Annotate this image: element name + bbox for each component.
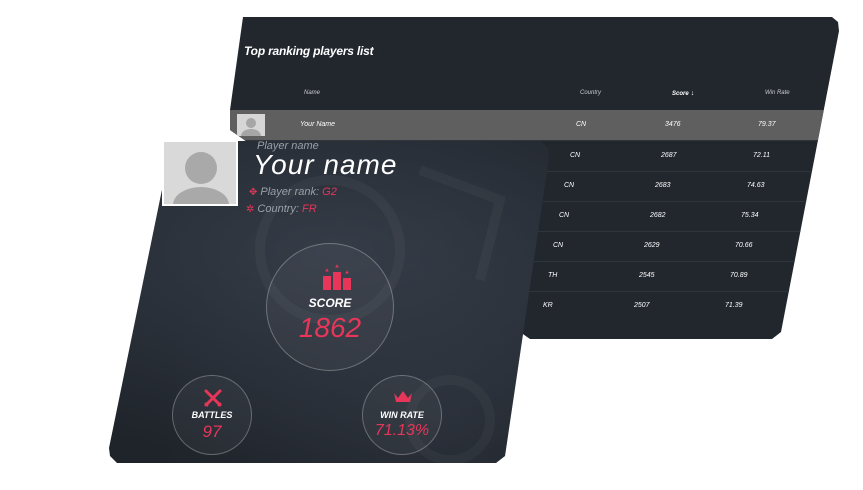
row-score: 2629 bbox=[644, 242, 660, 249]
row-score: 2687 bbox=[661, 152, 677, 159]
row-win-rate: 74.63 bbox=[747, 182, 765, 189]
row-win-rate: 79.37 bbox=[758, 121, 776, 128]
player-name: Your name bbox=[253, 149, 398, 180]
column-header-country[interactable]: Country bbox=[580, 90, 601, 96]
crown-icon bbox=[394, 391, 412, 402]
row-win-rate: 72.11 bbox=[753, 152, 770, 159]
player-rank-value: G2 bbox=[322, 186, 337, 198]
player-country-label: Country: bbox=[257, 203, 303, 215]
row-country: KR bbox=[543, 302, 553, 309]
column-header-score[interactable]: Score ↓ bbox=[672, 90, 694, 97]
battles-value: 97 bbox=[202, 422, 222, 441]
row-country: CN bbox=[576, 121, 587, 128]
win-rate-value: 71.13% bbox=[374, 422, 430, 439]
avatar-placeholder-icon[interactable] bbox=[162, 140, 238, 206]
crossed-swords-icon bbox=[204, 389, 222, 407]
row-score: 2683 bbox=[655, 182, 671, 189]
country-icon: ✲ bbox=[246, 204, 255, 215]
win-rate-label: WIN RATE bbox=[380, 410, 424, 420]
row-score: 2545 bbox=[639, 272, 655, 279]
player-rank: ✥ Player rank: G2 bbox=[249, 186, 337, 198]
row-win-rate: 71.39 bbox=[725, 302, 743, 309]
player-country-value: FR bbox=[302, 203, 317, 215]
row-country: CN bbox=[559, 212, 570, 219]
row-score: 2682 bbox=[650, 212, 666, 219]
sort-down-arrow-icon: ↓ bbox=[690, 90, 695, 97]
row-win-rate: 70.89 bbox=[730, 272, 748, 279]
row-country: TH bbox=[548, 272, 558, 279]
row-score: 3476 bbox=[665, 121, 681, 128]
row-avatar-placeholder-icon bbox=[237, 114, 265, 136]
row-country: CN bbox=[570, 152, 581, 159]
row-country: CN bbox=[564, 182, 575, 189]
score-circle: SCORE 1862 bbox=[266, 243, 394, 371]
row-country: CN bbox=[553, 242, 564, 249]
battles-circle: BATTLES 97 bbox=[172, 375, 252, 455]
ranking-title: Top ranking players list bbox=[244, 44, 374, 58]
rank-icon: ✥ bbox=[249, 187, 258, 198]
score-label: SCORE bbox=[308, 296, 352, 310]
player-country: ✲ Country: FR bbox=[246, 203, 317, 215]
podium-icon bbox=[323, 264, 351, 290]
player-rank-label: Player rank: bbox=[260, 186, 323, 198]
table-row[interactable]: Your Name CN 3476 79.37 bbox=[230, 110, 839, 141]
row-score: 2507 bbox=[634, 302, 650, 309]
row-win-rate: 75.34 bbox=[741, 212, 759, 219]
column-header-name[interactable]: Name bbox=[304, 90, 320, 96]
score-header-label: Score bbox=[672, 91, 689, 97]
win-rate-circle: WIN RATE 71.13% bbox=[362, 375, 442, 455]
row-win-rate: 70.66 bbox=[735, 242, 753, 249]
battles-label: BATTLES bbox=[191, 410, 233, 420]
column-header-win-rate[interactable]: Win Rate bbox=[765, 90, 790, 96]
score-value: 1862 bbox=[298, 312, 362, 343]
row-name: Your Name bbox=[300, 121, 336, 128]
